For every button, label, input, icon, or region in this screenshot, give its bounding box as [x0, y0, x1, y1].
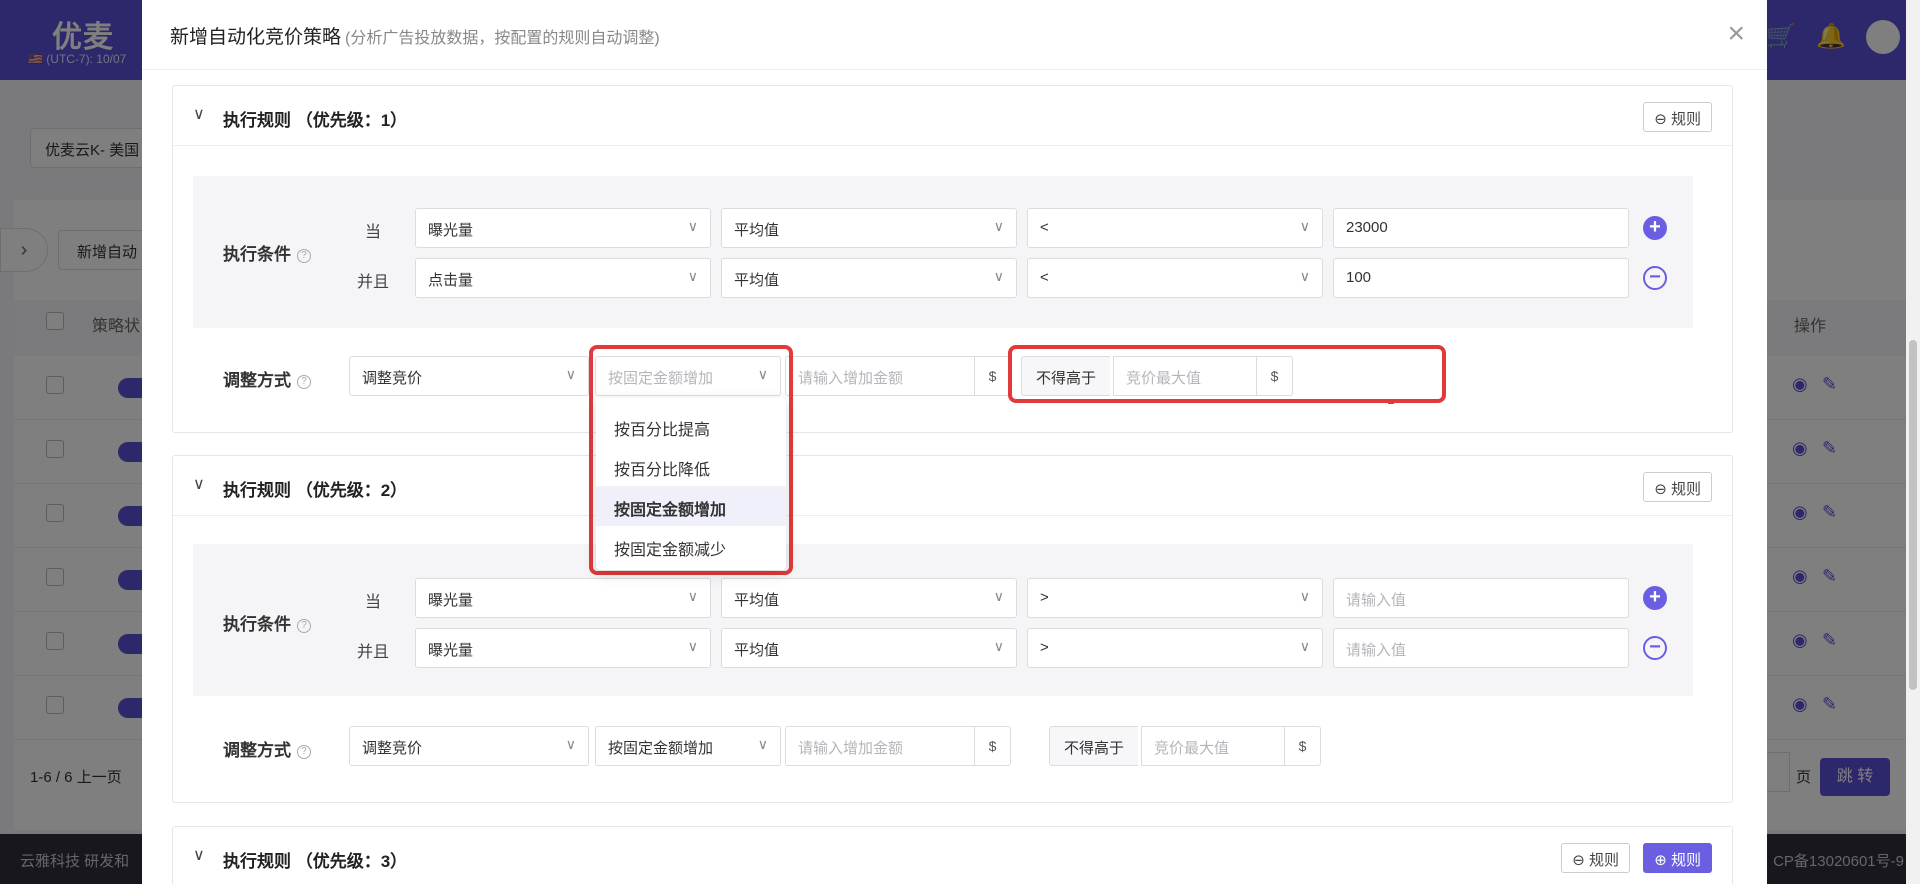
amount-input[interactable]: 请输入增加金额	[785, 726, 975, 766]
value-input[interactable]: 100	[1333, 258, 1629, 298]
chevron-down-icon: ∨	[1299, 588, 1310, 604]
operator-select[interactable]: > ∨	[1027, 578, 1323, 618]
chevron-down-icon: ∨	[1299, 218, 1310, 234]
chevron-down-icon: ∨	[993, 588, 1004, 604]
close-icon[interactable]: ×	[1727, 16, 1745, 52]
dropdown-option[interactable]: 按百分比降低	[596, 446, 786, 486]
rule-header: ∨ 执行规则 （优先级：3） ⊖ 规则 ⊕ 规则	[173, 827, 1732, 884]
modal-header: 新增自动化竞价策略 (分析广告投放数据，按配置的规则自动调整) ×	[142, 0, 1767, 70]
rule-card-1: ∨ 执行规则 （优先级：1） ⊖ 规则 执行条件? 当 曝光量 ∨ 平均值 ∨ < ∨…	[172, 85, 1733, 433]
add-condition-icon[interactable]: +	[1643, 586, 1667, 610]
rule-header: ∨ 执行规则 （优先级：1） ⊖ 规则	[173, 86, 1732, 146]
chevron-down-icon: ∨	[687, 588, 698, 604]
remove-rule-button[interactable]: ⊖ 规则	[1643, 102, 1712, 132]
value-input[interactable]: 请输入值	[1333, 578, 1629, 618]
highlight-max-bid	[1008, 345, 1446, 403]
currency-suffix: $	[1285, 726, 1321, 766]
and-label: 并且	[357, 644, 390, 661]
adjust-label: 调整方式?	[223, 366, 311, 391]
chevron-down-icon: ∨	[993, 638, 1004, 654]
chevron-down-icon: ∨	[687, 638, 698, 654]
chevron-down-icon: ∨	[993, 268, 1004, 284]
chevron-down-icon[interactable]: ∨	[193, 104, 205, 124]
rule-card-3: ∨ 执行规则 （优先级：3） ⊖ 规则 ⊕ 规则	[172, 826, 1733, 884]
aggregate-select[interactable]: 平均值 ∨	[721, 578, 1017, 618]
remove-condition-icon[interactable]: −	[1643, 266, 1667, 290]
chevron-down-icon: ∨	[1299, 268, 1310, 284]
aggregate-select[interactable]: 平均值 ∨	[721, 628, 1017, 668]
condition-label: 执行条件?	[223, 240, 311, 265]
highlight-mark	[1388, 402, 1394, 404]
rule-title: 执行规则 （优先级：1）	[223, 111, 408, 130]
modal-title: 新增自动化竞价策略 (分析广告投放数据，按配置的规则自动调整)	[170, 22, 660, 49]
limit-prefix: 不得高于	[1049, 726, 1139, 766]
currency-suffix: $	[975, 726, 1011, 766]
value-input[interactable]: 23000	[1333, 208, 1629, 248]
dropdown-option-selected[interactable]: 按固定金额增加	[596, 486, 786, 526]
when-label: 当	[365, 594, 382, 611]
operator-select[interactable]: < ∨	[1027, 258, 1323, 298]
add-condition-icon[interactable]: +	[1643, 216, 1667, 240]
when-label: 当	[365, 224, 382, 241]
dropdown-option[interactable]: 按固定金额减少	[596, 526, 786, 566]
condition-box: 执行条件? 当 曝光量 ∨ 平均值 ∨ < ∨ 23000 + 并且 点击量 ∨ 平均值…	[193, 176, 1693, 328]
metric-select[interactable]: 点击量 ∨	[415, 258, 711, 298]
value-input[interactable]: 请输入值	[1333, 628, 1629, 668]
help-icon[interactable]: ?	[297, 744, 311, 759]
remove-rule-button[interactable]: ⊖ 规则	[1561, 843, 1630, 873]
metric-select[interactable]: 曝光量 ∨	[415, 208, 711, 248]
modal-subtitle: (分析广告投放数据，按配置的规则自动调整)	[345, 30, 660, 47]
chevron-down-icon[interactable]: ∨	[193, 474, 205, 494]
chevron-down-icon: ∨	[757, 736, 768, 752]
max-bid-input[interactable]: 竞价最大值	[1141, 726, 1285, 766]
scrollbar-thumb[interactable]	[1909, 340, 1917, 690]
add-rule-button[interactable]: ⊕ 规则	[1643, 843, 1712, 873]
chevron-down-icon: ∨	[993, 218, 1004, 234]
condition-label: 执行条件?	[223, 610, 311, 635]
remove-condition-icon[interactable]: −	[1643, 636, 1667, 660]
metric-select[interactable]: 曝光量 ∨	[415, 578, 711, 618]
and-label: 并且	[357, 274, 390, 291]
modal-title-text: 新增自动化竞价策略	[170, 27, 342, 48]
metric-select[interactable]: 曝光量 ∨	[415, 628, 711, 668]
adjust-type-select[interactable]: 调整竞价 ∨	[349, 356, 589, 396]
operator-select[interactable]: > ∨	[1027, 628, 1323, 668]
help-icon[interactable]: ?	[297, 374, 311, 389]
help-icon[interactable]: ?	[297, 248, 311, 263]
strategy-modal: 新增自动化竞价策略 (分析广告投放数据，按配置的规则自动调整) × ∨ 执行规则 …	[142, 0, 1767, 884]
chevron-down-icon: ∨	[687, 268, 698, 284]
chevron-down-icon: ∨	[1299, 638, 1310, 654]
chevron-down-icon: ∨	[687, 218, 698, 234]
rule-header: ∨ 执行规则 （优先级：2） ⊖ 规则	[173, 456, 1732, 516]
operator-select[interactable]: < ∨	[1027, 208, 1323, 248]
currency-suffix: $	[975, 356, 1011, 396]
rule-title: 执行规则 （优先级：2）	[223, 481, 408, 500]
help-icon[interactable]: ?	[297, 618, 311, 633]
amount-input[interactable]: 请输入增加金额	[785, 356, 975, 396]
chevron-down-icon[interactable]: ∨	[193, 845, 205, 865]
dropdown-option[interactable]: 按百分比提高	[596, 406, 786, 446]
rule-title: 执行规则 （优先级：3）	[223, 852, 408, 871]
chevron-down-icon: ∨	[565, 366, 576, 382]
chevron-down-icon: ∨	[565, 736, 576, 752]
remove-rule-button[interactable]: ⊖ 规则	[1643, 472, 1712, 502]
aggregate-select[interactable]: 平均值 ∨	[721, 258, 1017, 298]
adjust-method-dropdown: 按百分比提高 按百分比降低 按固定金额增加 按固定金额减少	[596, 398, 786, 570]
aggregate-select[interactable]: 平均值 ∨	[721, 208, 1017, 248]
adjust-method-select[interactable]: 按固定金额增加 ∨	[595, 726, 781, 766]
condition-box: 执行条件? 当 曝光量 ∨ 平均值 ∨ > ∨ 请输入值 + 并且 曝光量 ∨ 平均值 ∨…	[193, 544, 1693, 696]
rule-card-2: ∨ 执行规则 （优先级：2） ⊖ 规则 执行条件? 当 曝光量 ∨ 平均值 ∨ > ∨…	[172, 455, 1733, 803]
adjust-type-select[interactable]: 调整竞价 ∨	[349, 726, 589, 766]
adjust-label: 调整方式?	[223, 736, 311, 761]
